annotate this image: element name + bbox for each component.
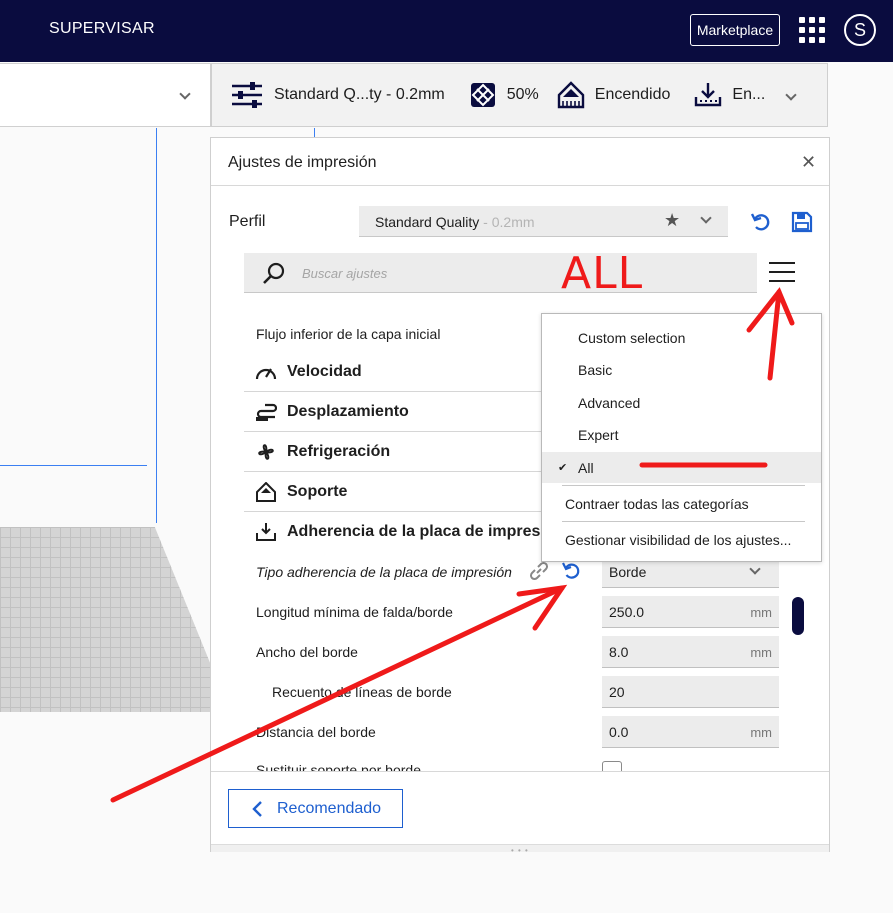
input-value: 8.0: [609, 644, 629, 660]
input-value: 20: [609, 684, 625, 700]
chevron-down-icon: [179, 88, 191, 100]
unit-label: mm: [750, 605, 772, 620]
category-label: Soporte: [287, 482, 348, 500]
stage-title[interactable]: SUPERVISAR: [49, 20, 155, 38]
support-icon: [557, 81, 584, 109]
menu-item-custom-selection[interactable]: Custom selection: [542, 322, 821, 353]
apps-grid-icon[interactable]: [799, 17, 825, 43]
unit-label: mm: [750, 725, 772, 740]
build-plate: [0, 527, 215, 712]
category-label: Adherencia de la placa de impresión: [287, 523, 565, 540]
skirt-min-length-input[interactable]: 250.0 mm: [602, 596, 779, 628]
travel-icon: [256, 403, 277, 421]
chevron-down-icon: [749, 563, 761, 575]
menu-item-basic[interactable]: Basic: [542, 354, 821, 385]
chevron-left-icon: [252, 800, 262, 817]
settings-visibility-menu-icon[interactable]: [769, 262, 795, 284]
select-value: Borde: [609, 564, 647, 580]
setting-label: Flujo inferior de la capa inicial: [256, 326, 441, 342]
menu-item-label: Custom selection: [578, 329, 686, 346]
setting-row-brim-width[interactable]: Ancho del borde 8.0 mm: [244, 632, 784, 672]
annotation-all-text: ALL: [561, 248, 644, 299]
recommended-button[interactable]: Recomendado: [228, 789, 403, 828]
setting-label: Tipo adherencia de la placa de impresión: [256, 564, 512, 580]
menu-separator: [562, 521, 805, 522]
fan-icon: [258, 443, 274, 460]
account-avatar[interactable]: S: [844, 14, 876, 46]
menu-item-advanced[interactable]: Advanced: [542, 387, 821, 418]
support-icon: [256, 481, 276, 502]
setting-label: Recuento de líneas de borde: [272, 684, 452, 700]
profile-selector[interactable]: Standard Quality - 0.2mm ★: [359, 206, 728, 237]
category-label: Desplazamiento: [287, 402, 409, 420]
setup-support-label: Encendido: [594, 86, 671, 103]
star-icon[interactable]: ★: [664, 210, 680, 231]
marketplace-button[interactable]: Marketplace: [690, 14, 780, 46]
link-icon[interactable]: [529, 561, 549, 581]
settings-scrollbar[interactable]: [792, 597, 804, 635]
top-bar: SUPERVISAR Marketplace S: [0, 0, 893, 62]
menu-separator: [562, 485, 805, 486]
setting-label: Distancia del borde: [256, 724, 376, 740]
menu-item-label: Expert: [578, 426, 619, 443]
setup-adhesion-label: En...: [732, 86, 766, 103]
brim-width-input[interactable]: 8.0 mm: [602, 636, 779, 668]
chevron-down-icon[interactable]: [785, 89, 797, 101]
build-volume-edge: [0, 465, 147, 466]
menu-item-label: Gestionar visibilidad de los ajustes...: [565, 531, 792, 548]
menu-item-expert[interactable]: Expert: [542, 419, 821, 450]
setting-row-brim-distance[interactable]: Distancia del borde 0.0 mm: [244, 712, 784, 752]
profile-layer-height: - 0.2mm: [479, 214, 535, 230]
panel-footer-divider: [211, 771, 829, 772]
brim-lines-input[interactable]: 20: [602, 676, 779, 708]
category-label: Velocidad: [287, 362, 362, 380]
reset-profile-icon[interactable]: [750, 211, 772, 233]
close-icon[interactable]: ✕: [801, 152, 816, 173]
menu-item-label: All: [578, 459, 594, 476]
menu-item-all[interactable]: ✔ All: [542, 452, 821, 483]
setting-label: Longitud mínima de falda/borde: [256, 604, 453, 620]
adhesion-icon: [695, 83, 722, 107]
checkmark-icon: ✔: [558, 462, 568, 474]
search-placeholder: Buscar ajustes: [302, 266, 388, 281]
printer-selector[interactable]: [0, 63, 211, 127]
category-label: Refrigeración: [287, 442, 391, 460]
unit-label: mm: [750, 645, 772, 660]
infill-icon: [470, 83, 495, 107]
menu-item-manage-visibility[interactable]: Gestionar visibilidad de los ajustes...: [542, 524, 821, 555]
setup-profile-label: Standard Q...ty - 0.2mm: [274, 86, 445, 103]
profile-name: Standard Quality: [375, 214, 480, 230]
panel-resize-handle[interactable]: • • •: [211, 844, 829, 855]
adhesion-icon: [256, 523, 276, 541]
menu-item-label: Basic: [578, 361, 613, 378]
input-value: 0.0: [609, 724, 629, 740]
input-value: 250.0: [609, 604, 645, 620]
menu-item-label: Contraer todas las categorías: [565, 495, 749, 512]
panel-title: Ajustes de impresión: [228, 154, 377, 171]
build-volume-edge: [156, 128, 157, 523]
setting-row-skirt-min-length[interactable]: Longitud mínima de falda/borde 250.0 mm: [244, 592, 784, 632]
reset-setting-icon[interactable]: [561, 561, 581, 581]
panel-header: Ajustes de impresión ✕: [211, 138, 829, 186]
search-settings[interactable]: Buscar ajustes: [244, 253, 757, 293]
setting-row-brim-lines[interactable]: Recuento de líneas de borde 20: [244, 672, 784, 712]
menu-item-label: Advanced: [578, 394, 641, 411]
speedometer-icon: [255, 367, 277, 379]
chevron-down-icon: [700, 212, 712, 224]
brim-distance-input[interactable]: 0.0 mm: [602, 716, 779, 748]
setting-label: Ancho del borde: [256, 644, 358, 660]
setting-row-brim-partial[interactable]: Sustituir soporte por borde: [244, 752, 784, 772]
settings-visibility-menu: Custom selection Basic Advanced Expert ✔…: [541, 313, 822, 562]
sliders-icon: [232, 82, 262, 108]
search-icon: [263, 262, 285, 284]
recommended-label: Recomendado: [277, 799, 382, 817]
profile-label: Perfil: [229, 213, 266, 230]
print-setup-bar[interactable]: Standard Q...ty - 0.2mm 50% Encendido En…: [211, 63, 828, 127]
save-profile-icon[interactable]: [791, 211, 813, 233]
menu-item-collapse-all[interactable]: Contraer todas las categorías: [542, 488, 821, 519]
setup-infill-label: 50%: [506, 86, 539, 103]
